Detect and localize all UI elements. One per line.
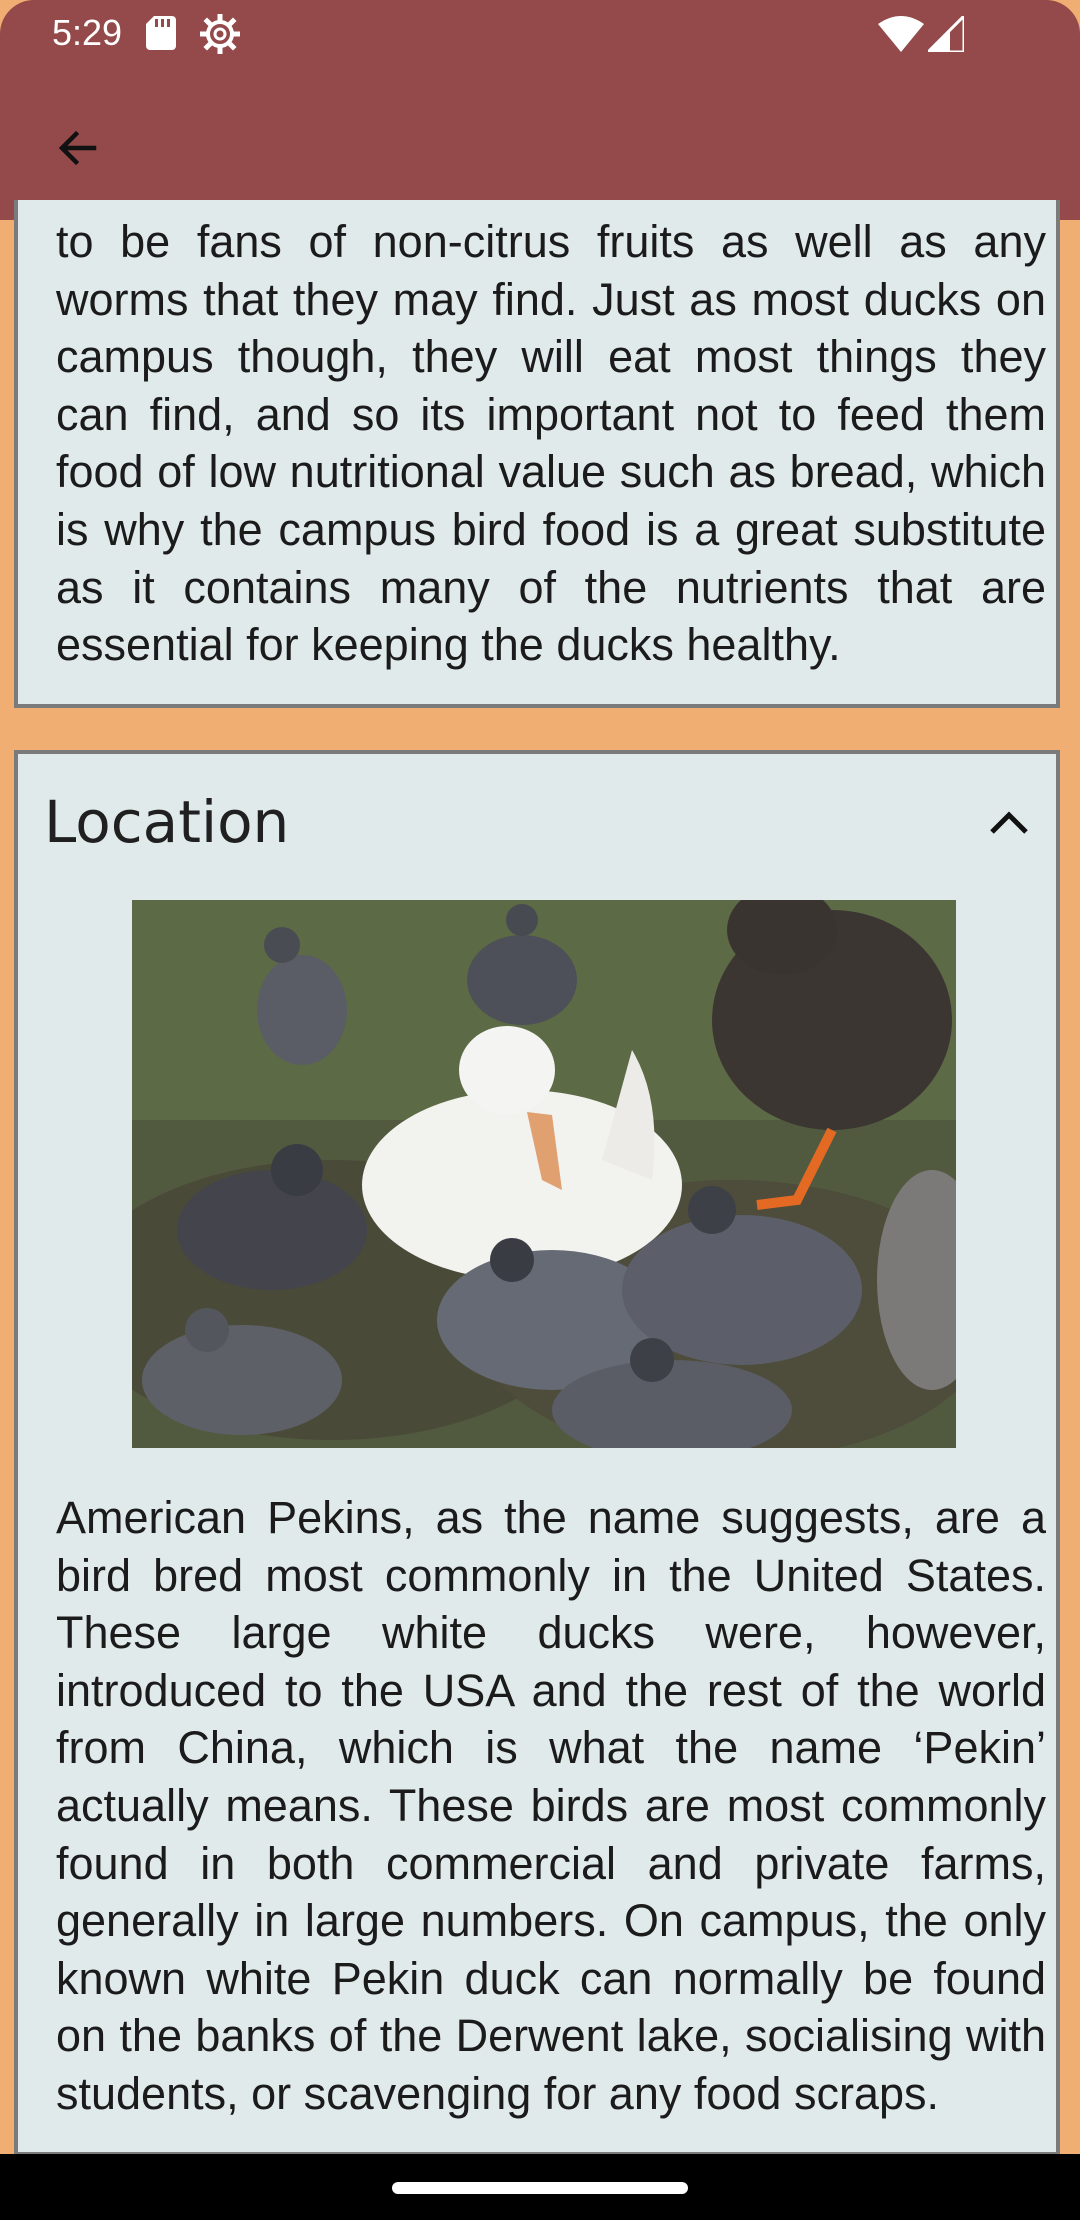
wifi-icon [878, 16, 924, 52]
cell-signal-icon [928, 16, 964, 52]
duck-photo [132, 900, 956, 1448]
settings-gear-icon [200, 14, 240, 54]
status-time: 5:29 [52, 12, 123, 53]
info-card-previous: to be fans of non-citrus fruits as well … [14, 200, 1060, 708]
card-body-text: to be fans of non-citrus fruits as well … [56, 216, 1046, 671]
chevron-up-icon[interactable] [984, 804, 1034, 840]
arrow-back-icon [58, 130, 97, 166]
location-body-text: American Pekins, as the name suggests, a… [56, 1492, 1046, 2119]
back-button[interactable] [40, 110, 116, 186]
home-indicator[interactable] [392, 2182, 688, 2194]
sd-card-icon [146, 16, 176, 50]
app-bar: 5:29 [0, 0, 1080, 220]
navigation-bar [0, 2154, 1080, 2220]
location-card: Location American Pekins, as the name su… [14, 750, 1060, 2156]
section-title[interactable]: Location [44, 788, 289, 856]
